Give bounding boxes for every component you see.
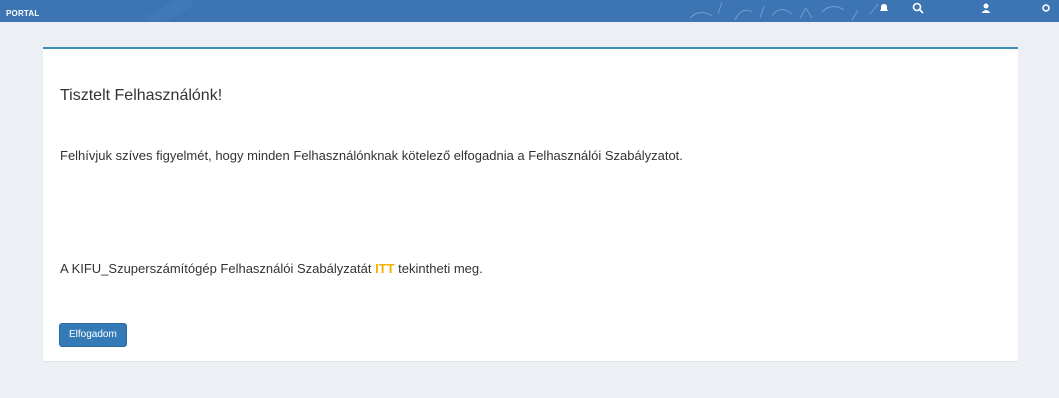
greeting-heading: Tisztelt Felhasználónk! xyxy=(60,87,223,104)
notification-icon[interactable] xyxy=(878,2,890,14)
terms-notice: Felhívjuk szíves figyelmét, hogy minden … xyxy=(60,148,683,163)
settings-icon[interactable] xyxy=(1040,2,1052,14)
top-navbar: PORTAL xyxy=(0,0,1059,22)
user-icon[interactable] xyxy=(980,2,992,14)
policy-text-suffix: tekintheti meg. xyxy=(394,261,483,276)
policy-sentence: A KIFU_Szuperszámítógép Felhasználói Sza… xyxy=(60,261,483,277)
portal-label[interactable]: PORTAL xyxy=(6,9,40,19)
policy-link[interactable]: ITT xyxy=(375,261,395,276)
search-icon[interactable] xyxy=(912,2,924,14)
accept-button[interactable]: Elfogadom xyxy=(59,323,127,347)
terms-box: Tisztelt Felhasználónk! Felhívjuk szíves… xyxy=(43,47,1018,361)
header-decoration xyxy=(146,0,879,22)
policy-text-prefix: A KIFU_Szuperszámítógép Felhasználói Sza… xyxy=(60,261,376,276)
